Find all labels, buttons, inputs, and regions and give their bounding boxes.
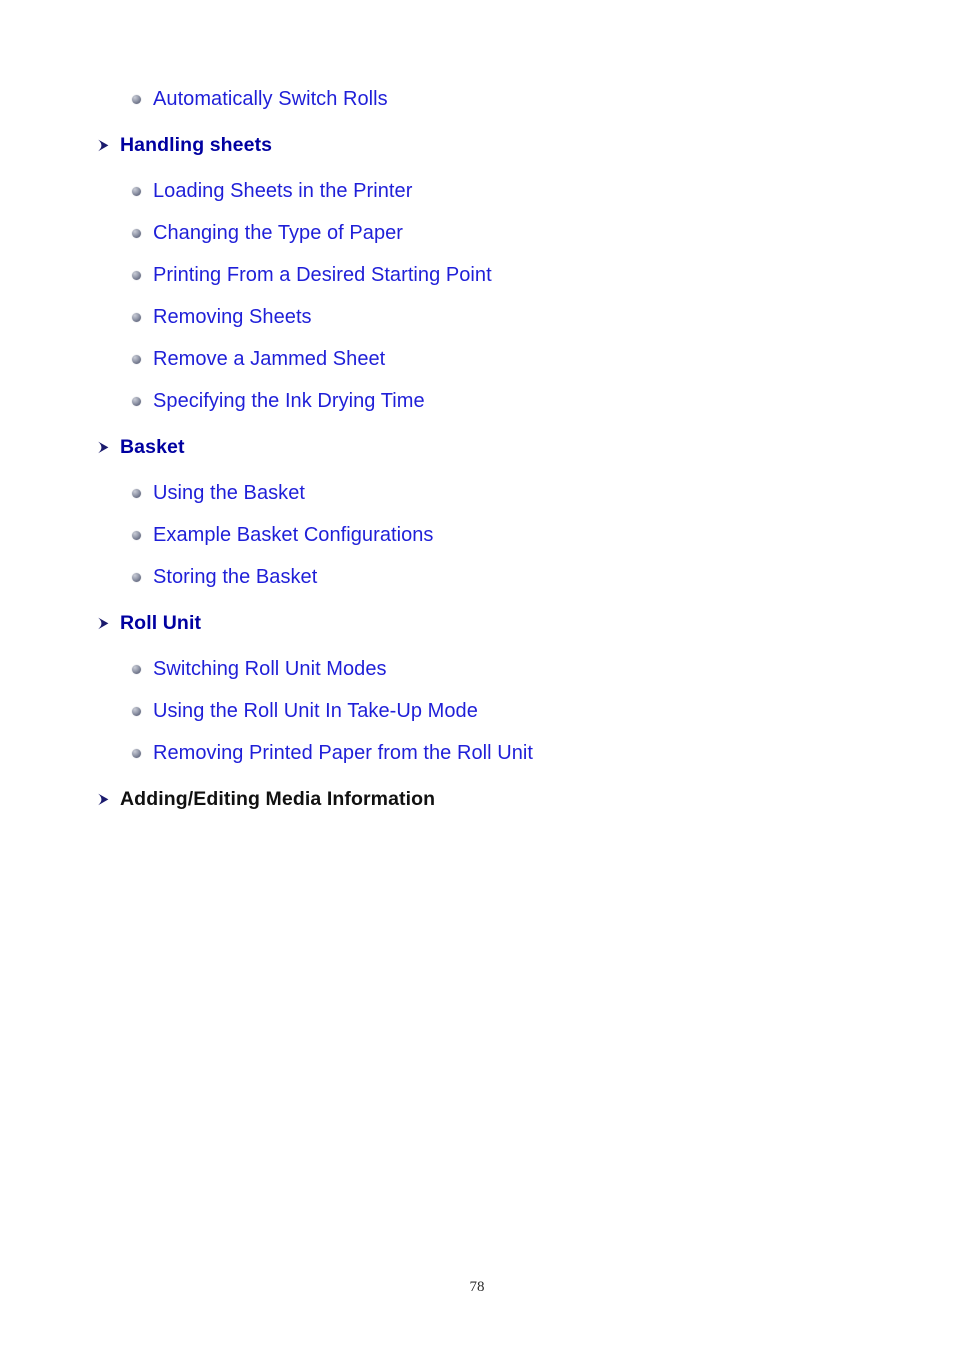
toc-section-row[interactable]: Roll Unit <box>0 602 954 644</box>
toc-item-label[interactable]: Removing Printed Paper from the Roll Uni… <box>153 742 533 765</box>
toc-item-label[interactable]: Example Basket Configurations <box>153 524 433 547</box>
toc-item-row[interactable]: Changing the Type of Paper <box>0 212 954 254</box>
toc-item-label[interactable]: Storing the Basket <box>153 566 317 589</box>
document-page: Automatically Switch Rolls Handling sheet… <box>0 0 954 1350</box>
toc-item-label[interactable]: Automatically Switch Rolls <box>153 88 388 111</box>
toc-item-label[interactable]: Using the Basket <box>153 482 305 505</box>
toc-item-row[interactable]: Specifying the Ink Drying Time <box>0 380 954 422</box>
toc-item-row[interactable]: Removing Printed Paper from the Roll Uni… <box>0 732 954 774</box>
sphere-bullet-icon <box>132 312 141 322</box>
toc-section-row[interactable]: Basket <box>0 426 954 468</box>
table-of-contents: Automatically Switch Rolls Handling sheet… <box>0 78 954 824</box>
sphere-bullet-icon <box>132 706 141 716</box>
sphere-bullet-icon <box>132 396 141 406</box>
toc-section-label[interactable]: Handling sheets <box>120 134 272 157</box>
arrow-right-icon <box>96 440 111 455</box>
toc-section-label[interactable]: Roll Unit <box>120 612 201 635</box>
toc-item-row[interactable]: Automatically Switch Rolls <box>0 78 954 120</box>
toc-section-label[interactable]: Adding/Editing Media Information <box>120 788 435 811</box>
toc-item-row[interactable]: Example Basket Configurations <box>0 514 954 556</box>
toc-item-row[interactable]: Loading Sheets in the Printer <box>0 170 954 212</box>
toc-section-row[interactable]: Handling sheets <box>0 124 954 166</box>
toc-item-label[interactable]: Switching Roll Unit Modes <box>153 658 387 681</box>
toc-item-row[interactable]: Storing the Basket <box>0 556 954 598</box>
sphere-bullet-icon <box>132 488 141 498</box>
toc-item-row[interactable]: Remove a Jammed Sheet <box>0 338 954 380</box>
toc-item-label[interactable]: Remove a Jammed Sheet <box>153 348 385 371</box>
sphere-bullet-icon <box>132 748 141 758</box>
sphere-bullet-icon <box>132 664 141 674</box>
toc-item-row[interactable]: Using the Basket <box>0 472 954 514</box>
sphere-bullet-icon <box>132 270 141 280</box>
sphere-bullet-icon <box>132 186 141 196</box>
arrow-right-icon <box>96 792 111 807</box>
toc-item-label[interactable]: Printing From a Desired Starting Point <box>153 264 492 287</box>
toc-item-label[interactable]: Removing Sheets <box>153 306 312 329</box>
arrow-right-icon <box>96 138 111 153</box>
toc-section-label[interactable]: Basket <box>120 436 185 459</box>
sphere-bullet-icon <box>132 228 141 238</box>
toc-item-row[interactable]: Switching Roll Unit Modes <box>0 648 954 690</box>
sphere-bullet-icon <box>132 572 141 582</box>
toc-section-row[interactable]: Adding/Editing Media Information <box>0 778 954 820</box>
toc-item-label[interactable]: Loading Sheets in the Printer <box>153 180 412 203</box>
sphere-bullet-icon <box>132 530 141 540</box>
toc-item-row[interactable]: Removing Sheets <box>0 296 954 338</box>
toc-item-label[interactable]: Specifying the Ink Drying Time <box>153 390 425 413</box>
arrow-right-icon <box>96 616 111 631</box>
toc-item-label[interactable]: Using the Roll Unit In Take-Up Mode <box>153 700 478 723</box>
toc-item-label[interactable]: Changing the Type of Paper <box>153 222 403 245</box>
sphere-bullet-icon <box>132 94 141 104</box>
toc-item-row[interactable]: Using the Roll Unit In Take-Up Mode <box>0 690 954 732</box>
page-number: 78 <box>469 1279 485 1295</box>
sphere-bullet-icon <box>132 354 141 364</box>
toc-item-row[interactable]: Printing From a Desired Starting Point <box>0 254 954 296</box>
